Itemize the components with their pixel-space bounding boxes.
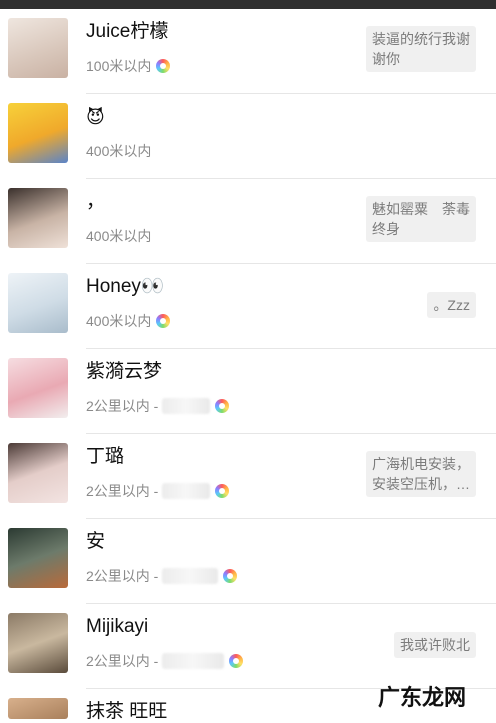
contact-row[interactable]: 紫漪云梦 2公里以内 - — [0, 349, 496, 434]
avatar[interactable] — [8, 358, 68, 418]
distance-text: 2公里以内 - — [86, 398, 159, 414]
contact-row[interactable]: Mijikayi 2公里以内 - 我或许败北 — [0, 604, 496, 689]
avatar[interactable] — [8, 698, 68, 719]
moments-ring-icon — [156, 314, 171, 328]
contact-distance: 2公里以内 - — [86, 652, 244, 670]
avatar[interactable] — [8, 613, 68, 673]
avatar[interactable] — [8, 273, 68, 333]
avatar[interactable] — [8, 18, 68, 78]
contact-row[interactable]: 丁璐 2公里以内 - 广海机电安装， 安装空压机，… — [0, 434, 496, 519]
contact-distance: 400米以内 — [86, 312, 171, 330]
contact-name: 紫漪云梦 — [86, 361, 163, 382]
contact-row[interactable]: Juice柠檬 100米以内 装逼的统行我谢 谢你 — [0, 9, 496, 94]
contact-name: 丁璐 — [86, 446, 125, 467]
avatar[interactable] — [8, 103, 68, 163]
status-bar-edge — [0, 0, 496, 9]
contact-name: Honey👀 — [86, 276, 165, 297]
contact-name: 😈 — [86, 107, 105, 127]
contact-row[interactable]: 😈 400米以内 — [0, 94, 496, 179]
avatar[interactable] — [8, 443, 68, 503]
distance-text: 400米以内 — [86, 228, 152, 244]
distance-text: 2公里以内 - — [86, 653, 159, 669]
contact-distance: 100米以内 — [86, 57, 171, 75]
contact-name: Mijikayi — [86, 616, 149, 637]
contact-name: ， — [86, 191, 106, 212]
contact-name: Juice柠檬 — [86, 21, 169, 42]
status-bubble: 我或许败北 — [394, 632, 476, 658]
status-bubble: 魅如罂粟 荼毒 终身 — [366, 196, 476, 242]
avatar[interactable] — [8, 528, 68, 588]
blurred-location — [162, 568, 219, 584]
status-bubble: 。Zzz — [427, 292, 476, 318]
blurred-location — [162, 653, 225, 669]
watermark-logo: 广东龙网 — [377, 686, 466, 711]
contact-distance: 2公里以内 - — [86, 567, 238, 585]
blurred-location — [162, 483, 211, 499]
distance-text: 100米以内 — [86, 58, 152, 74]
status-bubble: 广海机电安装， 安装空压机，… — [366, 451, 476, 497]
contact-distance: 400米以内 — [86, 227, 151, 245]
contact-row[interactable]: 安 2公里以内 - — [0, 519, 496, 604]
moments-ring-icon — [229, 654, 244, 668]
moments-ring-icon — [215, 484, 230, 498]
moments-ring-icon — [215, 399, 230, 413]
distance-text: 400米以内 — [86, 313, 152, 329]
contact-distance: 2公里以内 - — [86, 397, 230, 415]
nearby-people-list: Juice柠檬 100米以内 装逼的统行我谢 谢你 😈 400米以内 ， 400… — [0, 9, 496, 722]
distance-text: 400米以内 — [86, 143, 152, 159]
distance-text: 2公里以内 - — [86, 483, 159, 499]
status-bubble: 装逼的统行我谢 谢你 — [366, 26, 476, 72]
distance-text: 2公里以内 - — [86, 568, 159, 584]
blurred-location — [162, 398, 211, 414]
contact-distance: 400米以内 — [86, 142, 151, 160]
contact-row[interactable]: Honey👀 400米以内 。Zzz — [0, 264, 496, 349]
moments-ring-icon — [223, 569, 238, 583]
contact-row[interactable]: ， 400米以内 魅如罂粟 荼毒 终身 — [0, 179, 496, 264]
moments-ring-icon — [156, 59, 171, 73]
contact-name: 安 — [86, 531, 106, 552]
contact-distance: 2公里以内 - — [86, 482, 230, 500]
avatar[interactable] — [8, 188, 68, 248]
